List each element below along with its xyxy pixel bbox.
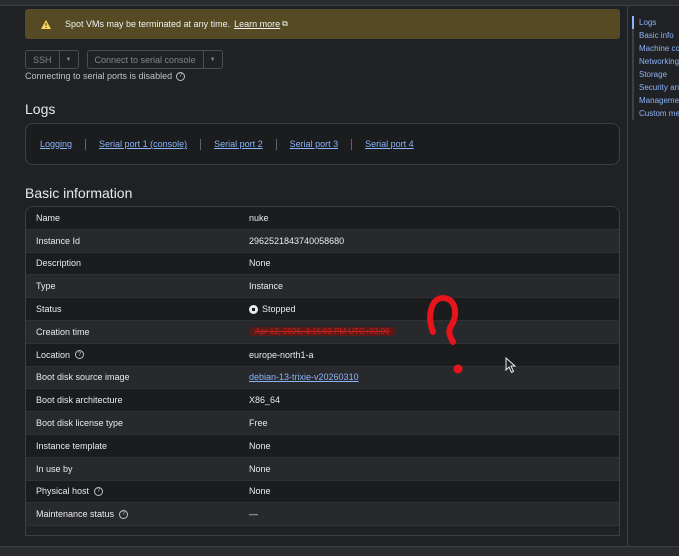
learn-more-link[interactable]: Learn more xyxy=(234,19,280,29)
table-of-contents: Logs Basic info Machine configuration Ne… xyxy=(632,16,679,120)
toc-networking[interactable]: Networking xyxy=(634,55,679,68)
row-value: — xyxy=(249,509,258,520)
boot-image-link[interactable]: debian-13-trixie-v20260310 xyxy=(249,372,359,382)
toc-custom-metadata[interactable]: Custom metadata xyxy=(634,107,679,120)
row-label: Maintenance status? xyxy=(26,509,249,519)
section-navigation: Logs Basic info Machine configuration Ne… xyxy=(627,6,679,546)
chevron-down-icon[interactable]: ▼ xyxy=(60,51,78,68)
divider xyxy=(85,138,87,150)
table-row: Instance template None xyxy=(26,434,619,458)
logging-link[interactable]: Logging xyxy=(40,139,72,149)
chevron-down-icon[interactable]: ▼ xyxy=(204,51,222,68)
table-row: Type Instance xyxy=(26,275,619,299)
row-value: 2962521843740058680 xyxy=(249,235,345,246)
basic-info-table: Name nuke Instance Id 2962521843740058680 … xyxy=(25,206,620,536)
divider xyxy=(275,138,277,150)
row-value: None xyxy=(249,258,271,269)
location-label: Location xyxy=(36,349,71,360)
row-value: Apr 12, 2026, 4:15:03 PM UTC+03:00 xyxy=(249,327,396,337)
row-label: Status xyxy=(36,304,62,315)
spot-vm-warning-banner: Spot VMs may be terminated at any time. … xyxy=(25,9,620,39)
row-label: Boot disk source image xyxy=(36,372,130,383)
question-mark-annotation-icon xyxy=(427,294,463,374)
help-icon[interactable]: ? xyxy=(176,71,186,81)
toc-logs[interactable]: Logs xyxy=(632,16,678,29)
row-value: Free xyxy=(249,418,268,429)
serial-port-2-link[interactable]: Serial port 2 xyxy=(214,139,263,149)
row-label: Description xyxy=(36,258,82,269)
row-label: Type xyxy=(36,281,56,292)
serial-port-4-link[interactable]: Serial port 4 xyxy=(365,139,414,149)
table-row: Boot disk architecture X86_64 xyxy=(26,389,619,413)
bottom-edge xyxy=(0,546,679,556)
logs-links: Logging Serial port 1 (console) Serial p… xyxy=(25,123,620,165)
help-icon[interactable]: ? xyxy=(94,486,104,496)
table-row: Boot disk source image debian-13-trixie-v… xyxy=(26,366,619,390)
row-label: Boot disk license type xyxy=(36,418,124,429)
row-value: None xyxy=(249,440,271,451)
serial-disabled-note: Connecting to serial ports is disabled ? xyxy=(25,71,186,81)
logs-heading: Logs xyxy=(25,101,56,117)
toc-storage[interactable]: Storage xyxy=(634,68,679,81)
creation-time-value: Apr 12, 2026, 4:15:03 PM UTC+03:00 xyxy=(249,327,396,337)
row-label: Instance template xyxy=(36,440,108,451)
row-value: None xyxy=(249,463,271,474)
row-label: Creation time xyxy=(36,326,90,337)
status-text: Stopped xyxy=(262,304,296,315)
table-row: Creation time Apr 12, 2026, 4:15:03 PM UT… xyxy=(26,320,619,344)
table-row: Instance Id 2962521843740058680 xyxy=(26,229,619,253)
ssh-split-button[interactable]: SSH ▼ xyxy=(25,50,79,69)
row-label: Name xyxy=(36,212,61,223)
help-icon[interactable]: ? xyxy=(75,350,85,360)
table-row: Boot disk license type Free xyxy=(26,412,619,435)
row-label: In use by xyxy=(36,463,73,474)
row-value: X86_64 xyxy=(249,395,281,406)
basic-info-heading: Basic information xyxy=(25,185,133,201)
main-content: Spot VMs may be terminated at any time. … xyxy=(0,6,627,546)
row-label: Boot disk architecture xyxy=(36,395,123,406)
physical-host-label: Physical host xyxy=(36,486,90,497)
status-value: Stopped xyxy=(249,304,296,314)
row-value: Instance xyxy=(249,281,284,292)
banner-text: Spot VMs may be terminated at any time. xyxy=(65,19,231,29)
help-icon[interactable]: ? xyxy=(119,509,129,519)
row-value: europe-north1-a xyxy=(249,349,314,360)
table-row: Maintenance status? — xyxy=(26,503,619,527)
toc-basic-info[interactable]: Basic info xyxy=(634,29,679,42)
table-row: Physical host? None xyxy=(26,480,619,504)
divider xyxy=(351,138,353,150)
row-label: Location? xyxy=(26,350,249,360)
maintenance-status-label: Maintenance status xyxy=(36,509,115,520)
toc-machine-configuration[interactable]: Machine configuration xyxy=(634,42,679,55)
connect-buttons: SSH ▼ Connect to serial console ▼ xyxy=(25,50,223,69)
warning-icon xyxy=(39,19,53,29)
toc-security-and-access[interactable]: Security and access xyxy=(634,81,679,94)
divider xyxy=(200,138,202,150)
table-row: Location? europe-north1-a xyxy=(26,343,619,367)
stopped-icon xyxy=(249,304,258,314)
serial-console-split-button[interactable]: Connect to serial console ▼ xyxy=(86,50,223,69)
table-row: Status Stopped xyxy=(26,298,619,321)
serial-port-1-link[interactable]: Serial port 1 (console) xyxy=(99,139,187,149)
row-label: Instance Id xyxy=(36,235,81,246)
row-value: None xyxy=(249,486,271,497)
serial-note-text: Connecting to serial ports is disabled xyxy=(25,71,173,81)
mouse-cursor-icon xyxy=(505,357,517,374)
external-link-icon: ⧉ xyxy=(282,19,288,28)
ssh-button[interactable]: SSH xyxy=(26,51,60,68)
serial-port-3-link[interactable]: Serial port 3 xyxy=(290,139,339,149)
table-row: Name nuke xyxy=(26,207,619,230)
toc-management[interactable]: Management xyxy=(634,94,679,107)
row-label: Physical host? xyxy=(26,486,249,496)
serial-console-button[interactable]: Connect to serial console xyxy=(88,51,204,68)
table-row: Description None xyxy=(26,252,619,276)
row-value: nuke xyxy=(249,212,269,223)
table-row: In use by None xyxy=(26,457,619,481)
